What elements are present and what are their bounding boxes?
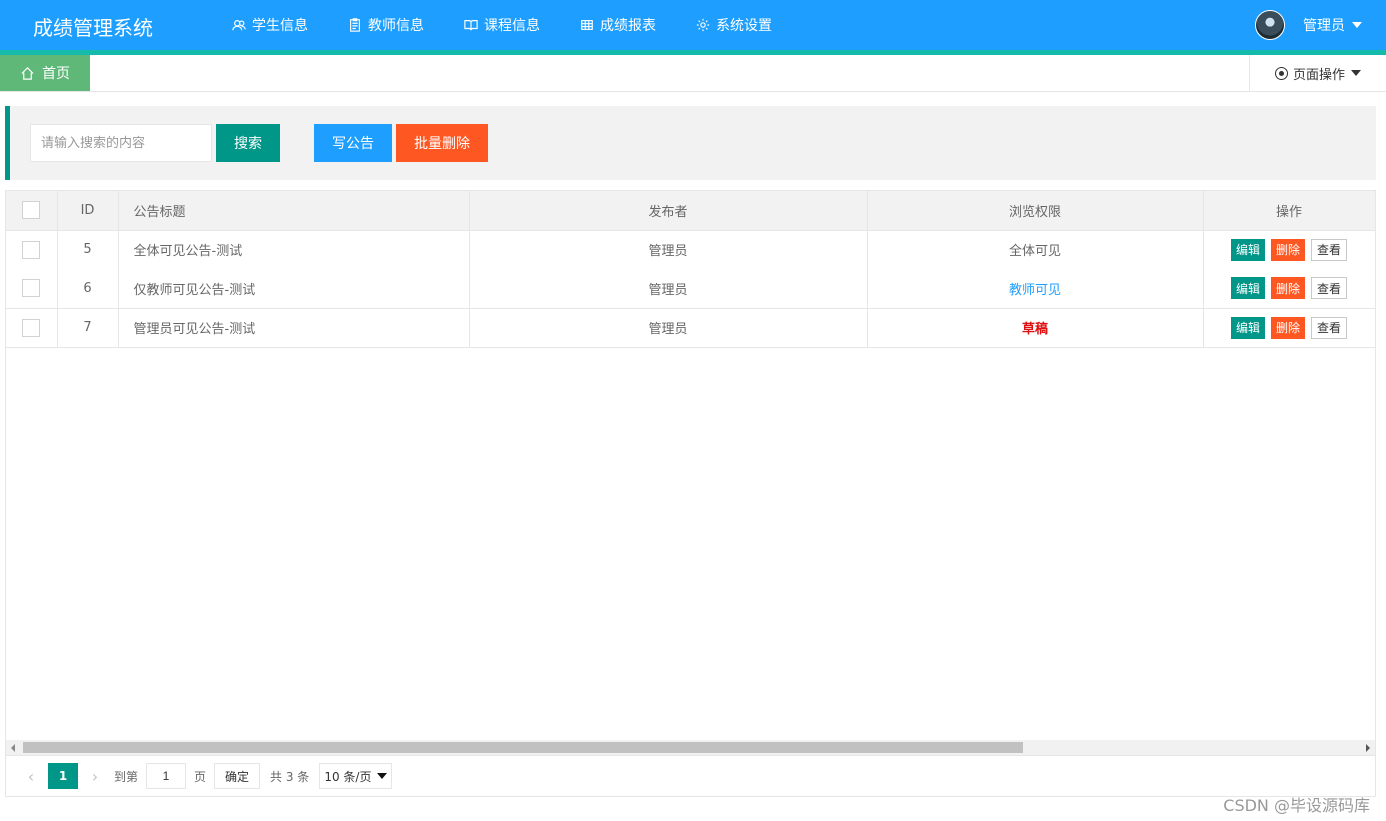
cell-publisher: 管理员 [469,269,868,309]
users-icon [232,20,246,31]
goto-label: 到第 [114,769,139,784]
watermark: CSDN @毕设源码库 [1223,796,1370,815]
cell-permission: 教师可见 [867,269,1204,309]
announcement-table: ID 公告标题 发布者 浏览权限 操作 5 全体可见公告-测试 管理员 全体可见… [5,190,1376,797]
write-announcement-button[interactable]: 写公告 [314,124,392,162]
goto-page-input[interactable] [146,763,187,789]
nav-label: 学生信息 [252,18,308,34]
avatar[interactable] [1255,10,1285,40]
tabs-bar: 首页 页面操作 [0,55,1386,92]
view-button[interactable]: 查看 [1311,277,1347,300]
page-size-select[interactable]: 10 条/页 [319,763,393,789]
table-icon [581,20,593,30]
select-all-cell [6,191,58,231]
view-button[interactable]: 查看 [1311,316,1347,339]
scroll-left-icon[interactable] [11,744,15,752]
row-select-cell [6,230,58,269]
header-id[interactable]: ID [57,191,119,231]
edit-button[interactable]: 编辑 [1231,277,1265,300]
cell-title: 全体可见公告-测试 [118,230,470,269]
nav-label: 成绩报表 [600,18,656,34]
next-page-icon[interactable]: › [84,767,106,786]
search-input[interactable] [30,124,212,162]
cell-title: 管理员可见公告-测试 [118,308,470,348]
nav-label: 系统设置 [716,18,772,34]
table-header-row: ID 公告标题 发布者 浏览权限 操作 [6,191,1376,231]
nav-label: 课程信息 [484,18,540,34]
chevron-down-icon [1351,70,1361,76]
chevron-down-icon [1352,22,1362,28]
nav-item-students[interactable]: 学生信息 [232,0,308,50]
header-title[interactable]: 公告标题 [118,191,470,231]
select-all-checkbox[interactable] [22,201,41,220]
row-checkbox[interactable] [22,240,41,259]
app-title: 成绩管理系统 [33,16,153,40]
clipboard-icon [350,18,360,32]
prev-page-icon[interactable]: ‹ [20,767,42,786]
header-publisher[interactable]: 发布者 [469,191,868,231]
search-button[interactable]: 搜索 [216,124,280,162]
row-checkbox[interactable] [22,318,41,337]
chevron-down-icon [377,773,388,779]
nav-item-courses[interactable]: 课程信息 [464,0,540,50]
cell-id: 6 [57,269,119,309]
delete-button[interactable]: 删除 [1271,238,1305,261]
cell-id: 5 [57,230,119,269]
batch-delete-button[interactable]: 批量删除 [396,124,488,162]
current-page[interactable]: 1 [48,763,78,789]
nav-item-reports[interactable]: 成绩报表 [580,0,656,50]
cell-publisher: 管理员 [469,230,868,269]
row-select-cell [6,269,58,309]
cell-id: 7 [57,308,119,348]
top-navbar: 成绩管理系统 学生信息 教师信息 课程信息 成绩报表 系统设置 管理员 [0,0,1386,50]
search-toolbar: 搜索 写公告 批量删除 [5,106,1376,180]
view-button[interactable]: 查看 [1311,238,1347,261]
tab-home-label: 首页 [42,66,70,82]
user-name[interactable]: 管理员 [1303,15,1345,35]
cell-title: 仅教师可见公告-测试 [118,269,470,309]
pagination: ‹ 1 › 到第 页 确定 共 3 条 10 条/页 [6,755,1375,796]
nav-label: 教师信息 [368,18,424,34]
cell-operations: 编辑 删除 查看 [1203,230,1376,269]
horizontal-scrollbar[interactable] [6,740,1375,755]
cell-operations: 编辑 删除 查看 [1203,308,1376,348]
table-row: 5 全体可见公告-测试 管理员 全体可见 编辑 删除 查看 [6,230,1376,269]
cell-operations: 编辑 删除 查看 [1203,269,1376,309]
target-icon [1274,66,1288,80]
cell-permission: 草稿 [867,308,1204,348]
page-unit-label: 页 [194,769,207,784]
tab-home[interactable]: 首页 [0,55,90,91]
cell-publisher: 管理员 [469,308,868,348]
nav-item-teachers[interactable]: 教师信息 [348,0,424,50]
row-checkbox[interactable] [22,279,41,298]
cell-permission: 全体可见 [867,230,1204,269]
edit-button[interactable]: 编辑 [1231,316,1265,339]
home-icon [21,66,34,80]
user-menu[interactable]: 管理员 [1255,0,1362,50]
main-nav: 学生信息 教师信息 课程信息 成绩报表 系统设置 [232,0,812,50]
page-size-value: 10 条/页 [324,769,372,784]
table-row: 7 管理员可见公告-测试 管理员 草稿 编辑 删除 查看 [6,308,1376,348]
page-operations-label: 页面操作 [1292,67,1345,83]
book-icon [464,20,478,31]
page-operations-menu[interactable]: 页面操作 [1249,55,1386,91]
delete-button[interactable]: 删除 [1271,316,1305,339]
header-operations: 操作 [1203,191,1376,231]
nav-item-settings[interactable]: 系统设置 [696,0,772,50]
scroll-right-icon[interactable] [1366,744,1370,752]
gear-icon [696,18,710,32]
header-permission[interactable]: 浏览权限 [867,191,1204,231]
row-select-cell [6,308,58,348]
scrollbar-thumb[interactable] [23,742,1023,753]
total-count: 共 3 条 [270,769,310,784]
delete-button[interactable]: 删除 [1271,277,1305,300]
goto-confirm-button[interactable]: 确定 [214,763,261,789]
edit-button[interactable]: 编辑 [1231,238,1265,261]
table-row: 6 仅教师可见公告-测试 管理员 教师可见 编辑 删除 查看 [6,269,1376,309]
